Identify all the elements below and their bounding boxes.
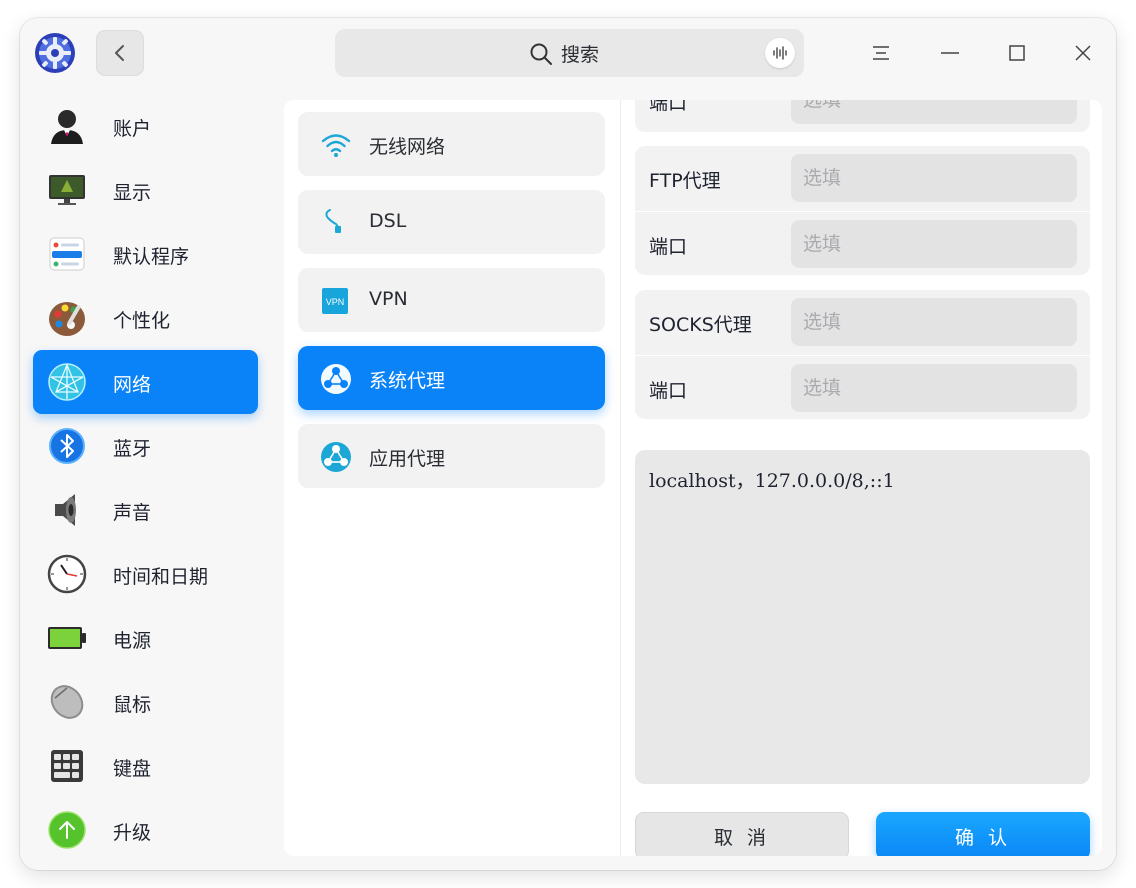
socks-port-row: 端口 [635, 355, 1090, 419]
maximize-button[interactable] [999, 35, 1035, 71]
socks-port-input[interactable] [791, 364, 1077, 412]
minimize-button[interactable] [932, 35, 968, 71]
socks-proxy-row: SOCKS代理 [635, 290, 1090, 354]
display-icon [49, 175, 85, 205]
network-category-panel: 无线网络 DSL VPN VPN 系统代理 应用代理 [284, 100, 620, 856]
wifi-icon [321, 134, 351, 157]
battery-icon [48, 627, 86, 649]
sidebar: 账户 显示 默认程序 个性化 网络 蓝牙 声音 时间和日期 电源 鼠标 键盘 升… [20, 88, 272, 870]
speaker-icon [55, 494, 76, 526]
network-globe-icon [48, 363, 86, 401]
mouse-icon [50, 685, 84, 719]
search-placeholder: 搜索 [561, 44, 600, 66]
ftp-port-row: 端口 [635, 211, 1090, 275]
socks-proxy-input[interactable] [791, 298, 1077, 346]
sidebar-item-label: 蓝牙 [113, 438, 152, 460]
socks-port-label: 端口 [649, 380, 688, 402]
sidebar-item-label: 升级 [113, 822, 152, 844]
sidebar-item-label: 鼠标 [113, 694, 152, 716]
bluetooth-icon [49, 428, 85, 464]
ftp-proxy-input[interactable] [791, 154, 1077, 202]
https-port-row: 端口 [635, 100, 1090, 132]
sidebar-item-mouse[interactable]: 鼠标 [33, 670, 258, 734]
sidebar-item-label: 显示 [113, 182, 152, 204]
search-box[interactable]: 搜索 [335, 29, 804, 77]
voice-wave-icon [773, 46, 787, 60]
minimize-icon [941, 52, 959, 54]
ftp-port-input[interactable] [791, 220, 1077, 268]
sidebar-item-personalization[interactable]: 个性化 [33, 286, 258, 350]
sidebar-item-label: 时间和日期 [113, 566, 209, 588]
confirm-button[interactable]: 确 认 [876, 812, 1090, 856]
sidebar-item-default-apps[interactable]: 默认程序 [33, 222, 258, 286]
titlebar: 搜索 [20, 18, 1116, 88]
dsl-cable-icon [325, 209, 341, 233]
network-item-vpn[interactable]: VPN VPN [298, 268, 605, 332]
sidebar-item-account[interactable]: 账户 [33, 94, 258, 158]
menu-icon [873, 46, 889, 60]
sidebar-item-label: 声音 [113, 502, 152, 524]
default-apps-icon [49, 237, 85, 271]
https-proxy-group: 端口 [635, 100, 1090, 132]
socks-proxy-label: SOCKS代理 [649, 314, 752, 336]
sidebar-item-label: 键盘 [113, 758, 152, 780]
sidebar-item-label: 网络 [113, 374, 152, 396]
upgrade-arrow-icon [48, 811, 86, 849]
sidebar-item-label: 个性化 [113, 310, 171, 332]
ftp-proxy-group: FTP代理 端口 [635, 146, 1090, 275]
sidebar-item-display[interactable]: 显示 [33, 158, 258, 222]
control-center-gear-icon [35, 33, 75, 73]
ignore-hosts-textarea[interactable]: localhost，127.0.0.0/8,::1 [635, 450, 1090, 784]
close-button[interactable] [1065, 35, 1101, 71]
vpn-icon-text: VPN [326, 297, 345, 307]
sidebar-item-bluetooth[interactable]: 蓝牙 [33, 414, 258, 478]
maximize-icon [1009, 45, 1025, 61]
network-item-system-proxy[interactable]: 系统代理 [298, 346, 605, 410]
palette-icon [49, 302, 85, 336]
network-item-dsl[interactable]: DSL [298, 190, 605, 254]
https-port-input[interactable] [791, 100, 1077, 124]
keyboard-icon [51, 750, 83, 782]
app-proxy-icon [321, 442, 351, 472]
sidebar-item-label: 账户 [113, 118, 152, 140]
network-item-label: 应用代理 [369, 448, 446, 470]
network-item-label: 无线网络 [369, 136, 446, 158]
voice-search-button[interactable] [765, 38, 795, 68]
back-button[interactable] [96, 30, 144, 76]
ftp-proxy-row: FTP代理 [635, 146, 1090, 210]
network-item-label: VPN [369, 288, 408, 310]
sidebar-item-sound[interactable]: 声音 [33, 478, 258, 542]
network-item-label: DSL [369, 210, 407, 232]
sidebar-item-network[interactable]: 网络 [33, 350, 258, 414]
network-item-label: 系统代理 [369, 370, 446, 392]
menu-button[interactable] [863, 35, 899, 71]
search-icon [530, 43, 552, 65]
sidebar-item-update[interactable]: 升级 [33, 798, 258, 862]
account-icon [51, 110, 83, 144]
control-center-window: 搜索 账户 显示 默认程序 个性化 网络 蓝牙 声音 时间和日期 电源 鼠标 键… [20, 18, 1116, 870]
proxy-icon [321, 364, 351, 394]
network-item-wireless[interactable]: 无线网络 [298, 112, 605, 176]
sidebar-item-label: 默认程序 [113, 246, 190, 268]
socks-proxy-group: SOCKS代理 端口 [635, 290, 1090, 419]
ftp-port-label: 端口 [649, 236, 688, 258]
sidebar-item-label: 电源 [113, 630, 152, 652]
sidebar-item-keyboard[interactable]: 键盘 [33, 734, 258, 798]
network-item-app-proxy[interactable]: 应用代理 [298, 424, 605, 488]
proxy-settings-panel: 端口 FTP代理 端口 SOCKS代理 端口 local [620, 100, 1102, 856]
vpn-icon: VPN [322, 288, 348, 314]
clock-icon [47, 554, 87, 594]
chevron-left-icon [115, 45, 124, 61]
close-icon [1075, 45, 1091, 61]
ftp-proxy-label: FTP代理 [649, 170, 721, 192]
sidebar-item-datetime[interactable]: 时间和日期 [33, 542, 258, 606]
sidebar-item-power[interactable]: 电源 [33, 606, 258, 670]
https-port-label: 端口 [649, 100, 688, 114]
cancel-button[interactable]: 取 消 [635, 812, 849, 856]
